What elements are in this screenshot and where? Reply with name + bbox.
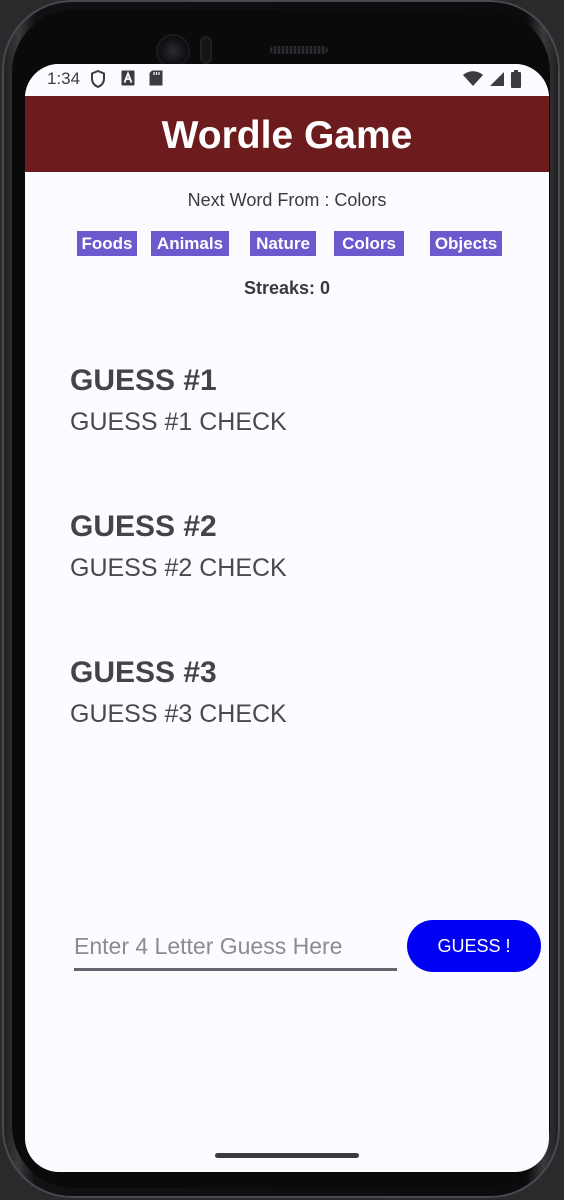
front-camera (158, 36, 188, 66)
app-screen: 1:34 Wordle Game Next Word From : Colors… (25, 64, 549, 1172)
sd-card-icon (149, 70, 163, 91)
page-title: Wordle Game (161, 114, 413, 157)
streaks-label: Streaks: 0 (243, 278, 331, 298)
guess-check: GUESS #1 CHECK (70, 408, 287, 436)
status-right (463, 70, 521, 93)
navigation-handle[interactable] (215, 1153, 359, 1158)
guess-block-3: GUESS #3 GUESS #3 CHECK (70, 656, 287, 729)
font-a-icon (121, 70, 135, 91)
guess-check: GUESS #3 CHECK (70, 700, 287, 728)
guess-title: GUESS #3 (70, 656, 217, 689)
status-time: 1:34 (47, 69, 81, 88)
guess-title: GUESS #1 (70, 364, 217, 397)
battery-icon (511, 70, 521, 93)
guess-block-1: GUESS #1 GUESS #1 CHECK (70, 364, 287, 437)
guess-block-2: GUESS #2 GUESS #2 CHECK (70, 510, 287, 583)
category-objects-button[interactable]: Objects (430, 231, 502, 256)
guess-input[interactable] (74, 924, 397, 971)
guess-title: GUESS #2 (70, 510, 217, 543)
guess-button[interactable]: GUESS ! (407, 920, 541, 972)
category-colors-button[interactable]: Colors (334, 231, 404, 256)
category-animals-button[interactable]: Animals (151, 231, 229, 256)
next-word-label: Next Word From : Colors (187, 190, 387, 210)
wifi-icon (463, 71, 483, 92)
earpiece-speaker (270, 46, 328, 54)
status-bar: 1:34 (25, 64, 549, 96)
signal-icon (489, 71, 505, 92)
app-header: Wordle Game (25, 96, 549, 172)
category-nature-button[interactable]: Nature (250, 231, 316, 256)
guess-check: GUESS #2 CHECK (70, 554, 287, 582)
proximity-sensor (200, 36, 212, 64)
category-foods-button[interactable]: Foods (77, 231, 137, 256)
shield-icon (90, 69, 106, 93)
category-buttons: Foods Animals Nature Colors Objects (25, 231, 549, 261)
